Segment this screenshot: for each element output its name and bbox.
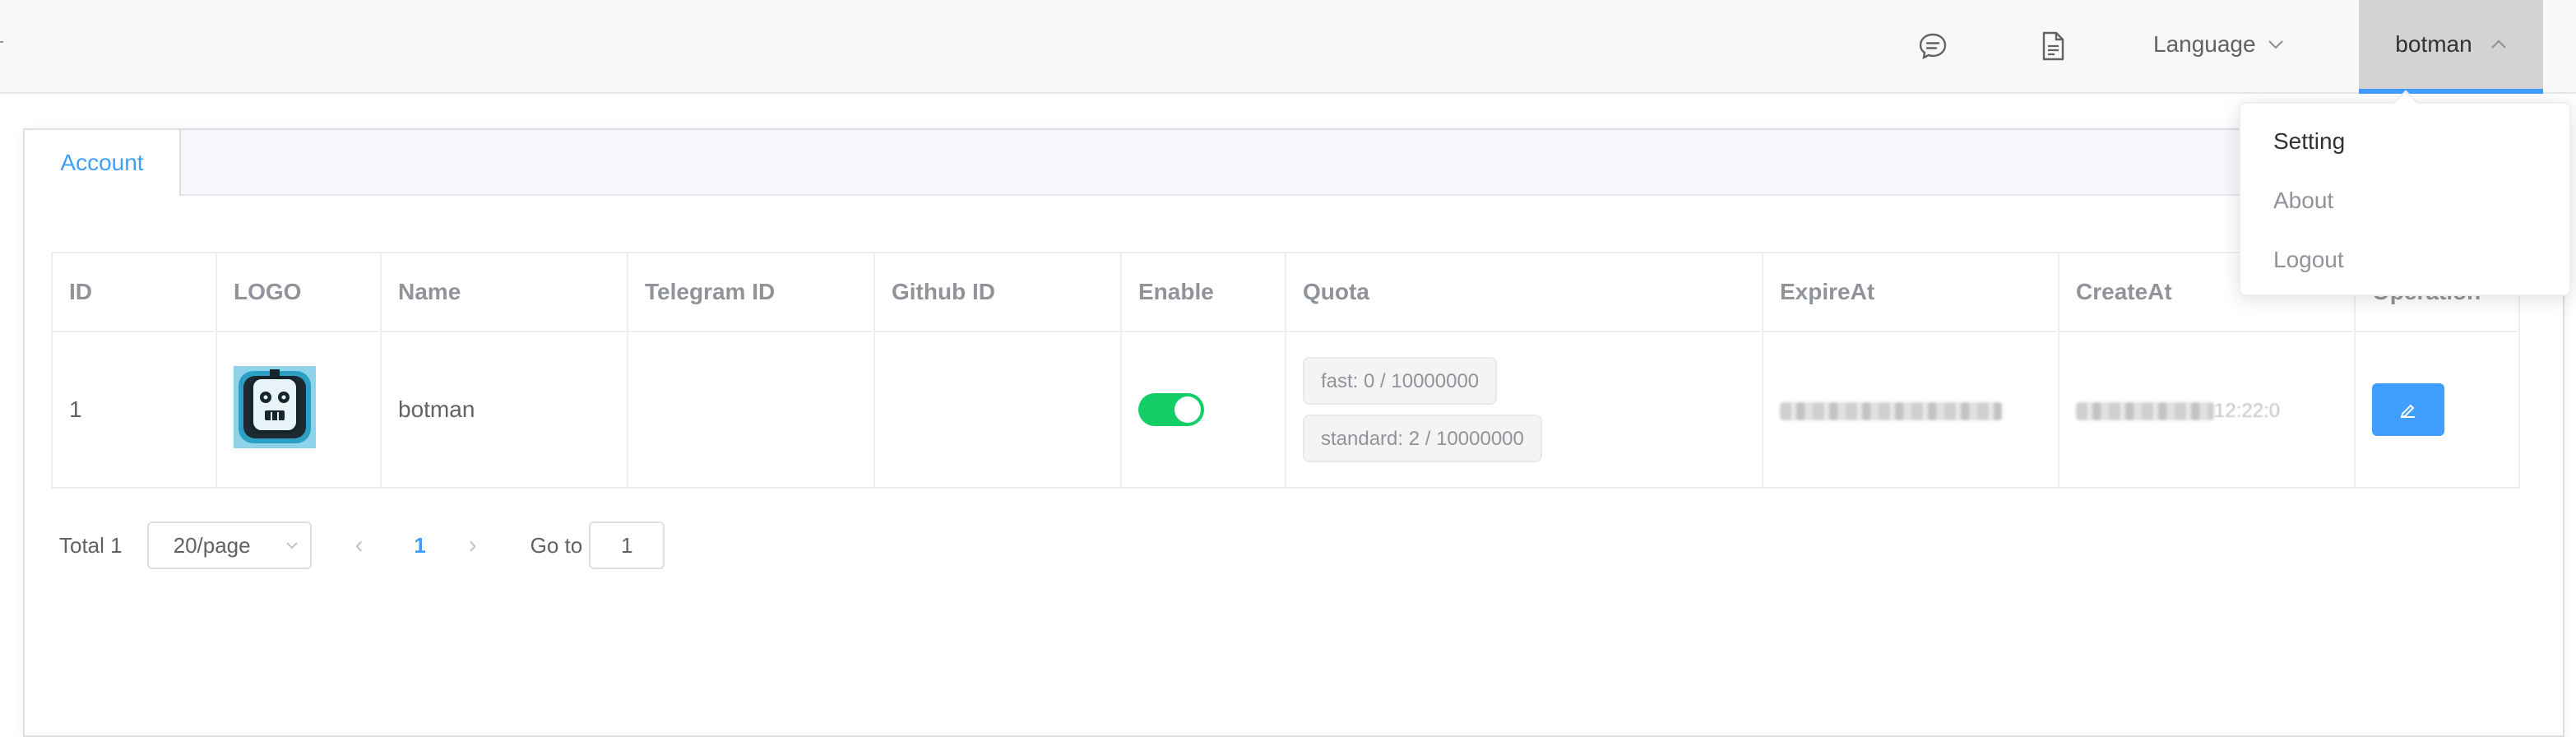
table-header-row: ID LOGO Name Telegram ID Github ID Enabl… (51, 252, 2520, 332)
language-label: Language (2153, 31, 2256, 57)
cell-github-id (873, 331, 1122, 489)
language-dropdown[interactable]: Language (2153, 28, 2284, 61)
cell-expire-at (1762, 331, 2059, 489)
page-size-select[interactable]: 20/page (146, 521, 312, 569)
tab-account[interactable]: Account (25, 130, 181, 196)
next-page-icon[interactable]: › (460, 531, 486, 559)
user-name: botman (2395, 31, 2472, 57)
table-row: 1 botman fast: 0 / 10000000 standard: 2 … (51, 331, 2520, 489)
pagination-total: Total 1 (59, 532, 123, 558)
quota-tag-fast: fast: 0 / 10000000 (1303, 357, 1498, 405)
column-header-enable[interactable]: Enable (1120, 252, 1286, 332)
pagination: Total 1 20/page ‹ 1 › Go to 1 (59, 521, 665, 569)
page-size-value: 20/page (173, 532, 251, 558)
expire-at-redacted (1780, 401, 2002, 420)
top-navbar: Language botman (0, 0, 2576, 94)
column-header-github-id[interactable]: Github ID (873, 252, 1122, 332)
cell-quota: fast: 0 / 10000000 standard: 2 / 1000000… (1285, 331, 1763, 489)
column-header-expire-at[interactable]: ExpireAt (1762, 252, 2059, 332)
chevron-down-icon (285, 542, 298, 549)
column-header-id[interactable]: ID (51, 252, 217, 332)
menu-item-about[interactable]: About (2273, 188, 2333, 214)
edit-icon (2400, 404, 2415, 419)
account-card: Account ID LOGO Name Telegram ID Github … (23, 128, 2564, 737)
cell-operation (2354, 331, 2520, 489)
column-header-quota[interactable]: Quota (1285, 252, 1763, 332)
prev-page-icon[interactable]: ‹ (346, 531, 373, 559)
cell-create-at: 12:22:0 (2058, 331, 2356, 489)
page-number[interactable]: 1 (396, 533, 445, 559)
cell-id: 1 (51, 331, 217, 489)
column-header-logo[interactable]: LOGO (215, 252, 382, 332)
menu-item-setting[interactable]: Setting (2273, 128, 2345, 155)
chevron-down-icon (2268, 40, 2283, 49)
account-table: ID LOGO Name Telegram ID Github ID Enabl… (51, 252, 2520, 489)
column-header-telegram-id[interactable]: Telegram ID (627, 252, 875, 332)
create-at-redacted (2076, 401, 2214, 420)
cell-name: botman (380, 331, 628, 489)
cell-enable (1120, 331, 1286, 489)
cell-telegram-id (627, 331, 875, 489)
document-icon[interactable] (2036, 30, 2069, 63)
quota-tag-standard: standard: 2 / 10000000 (1303, 415, 1542, 462)
goto-label: Go to (530, 532, 583, 558)
robot-logo (234, 365, 316, 448)
user-dropdown-menu: Setting About Logout (2239, 90, 2571, 296)
chat-icon[interactable] (1916, 30, 1949, 63)
edit-button[interactable] (2372, 383, 2444, 436)
sidebar-toggle-icon[interactable] (0, 41, 3, 43)
column-header-name[interactable]: Name (380, 252, 628, 332)
tabs-bar: Account (25, 130, 2563, 196)
menu-item-logout[interactable]: Logout (2273, 247, 2344, 273)
chevron-up-icon (2490, 39, 2506, 49)
enable-toggle[interactable] (1138, 393, 1204, 426)
create-at-time: 12:22:0 (2214, 400, 2281, 422)
cell-logo (215, 331, 382, 489)
goto-page-input[interactable]: 1 (589, 521, 665, 569)
dropdown-arrow (2393, 90, 2419, 116)
toggle-knob (1174, 396, 1201, 423)
user-menu-trigger[interactable]: botman (2359, 0, 2543, 94)
